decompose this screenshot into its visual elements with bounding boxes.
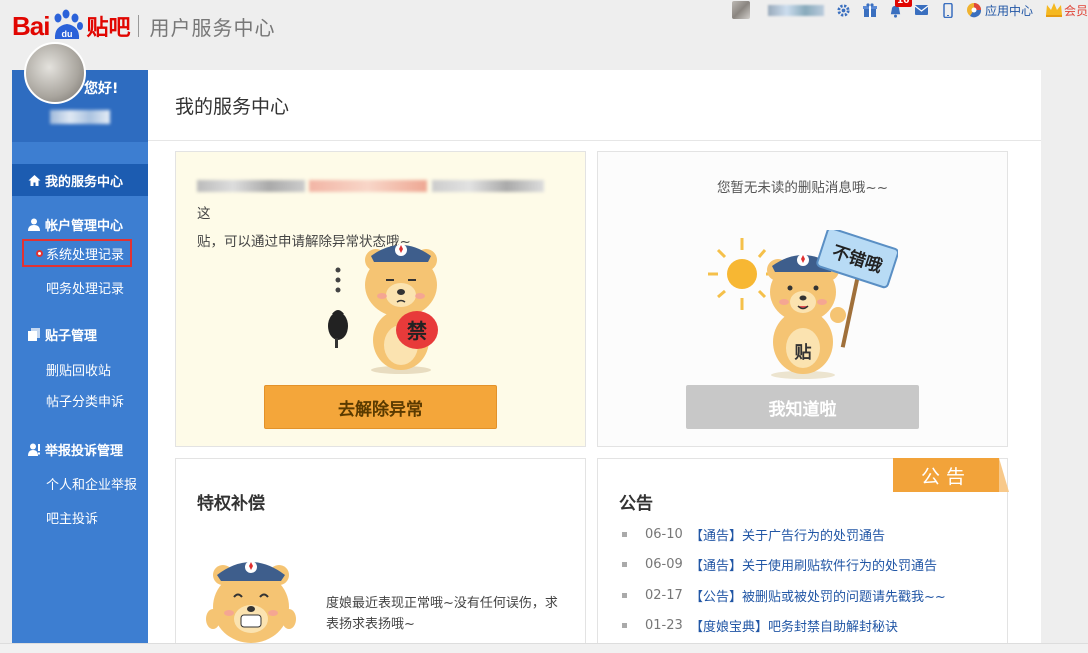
logo-divider [138, 15, 140, 37]
no-message-text: 您暂无未读的删贴消息哦~~ [716, 180, 889, 196]
sad-bear-illustration: 禁 [328, 244, 438, 374]
nav-item-system-records[interactable]: 系统处理记录 [22, 239, 132, 267]
notice-item[interactable]: 01-23 【度娘宝典】吧务封禁自助解封秘诀 [622, 611, 946, 642]
nav-item-system-records-label: 系统处理记录 [46, 247, 125, 263]
message-icon[interactable] [914, 2, 930, 18]
username-blurred[interactable] [767, 4, 824, 16]
report-users-icon [28, 443, 41, 456]
notice-date: 02-17 [645, 587, 683, 603]
notice-list: 06-10 【通告】关于广告行为的处罚通告 06-09 【通告】关于使用刷贴软件行为… [622, 519, 946, 641]
member-link[interactable]: 会员 [1045, 2, 1088, 19]
notification-bell-icon[interactable]: 10 [888, 0, 912, 18]
nav-item-report-owner[interactable]: 吧主投诉 [12, 507, 148, 527]
member-crown-icon [1045, 2, 1062, 18]
account-abnormal-card: 这 贴，可以通过申请解除异常状态哦~ 禁 去解除异常 [175, 151, 586, 447]
nav-my-service-center[interactable]: 我的服务中心 [12, 164, 148, 196]
warning-tail: 这 [197, 206, 211, 222]
logo-tieba: 贴吧 [86, 16, 131, 41]
header: Bai du 贴吧 用户服务中心 10 应用中心 会员 [0, 0, 1088, 52]
notice-date: 06-09 [645, 557, 683, 573]
greeting: 您好! [84, 81, 119, 97]
horizontal-scrollbar[interactable] [0, 643, 1088, 653]
svg-text:贴: 贴 [795, 342, 812, 363]
settings-gear-icon[interactable] [836, 2, 852, 18]
member-label: 会员 [1063, 3, 1088, 18]
paw-logo-icon: du [50, 9, 84, 43]
notice-tag: 公告 [893, 458, 1009, 492]
notice-card: 公告 公告 06-10 【通告】关于广告行为的处罚通告 06-09 【通告】关于使用… [597, 458, 1009, 653]
nav-group-report-label: 举报投诉管理 [45, 443, 124, 459]
home-icon [28, 174, 41, 187]
gift-icon[interactable] [862, 2, 878, 18]
top-toolbar: 10 应用中心 会员 [731, 0, 1088, 20]
mobile-phone-icon[interactable] [940, 2, 956, 18]
nav-item-bar-records[interactable]: 吧务处理记录 [12, 277, 148, 297]
selected-radio-icon [36, 249, 43, 257]
user-avatar-small[interactable] [731, 1, 750, 19]
user-avatar[interactable] [24, 42, 86, 104]
main-panel: 我的服务中心 这 贴，可以通过申请解除异常状态哦~ 禁 去解除异常 您暂无未读的… [148, 70, 1041, 653]
logo-bai: Bai [12, 10, 50, 41]
svg-text:禁: 禁 [407, 319, 427, 343]
notification-count-badge: 10 [894, 0, 912, 7]
nav-group-report: 举报投诉管理 [12, 439, 148, 459]
page-title: 我的服务中心 [148, 70, 1041, 141]
svg-text:du: du [62, 29, 73, 39]
bullet [622, 592, 627, 598]
nav-group-account: 帐户管理中心 [12, 214, 148, 234]
notice-link[interactable]: 【通告】关于使用刷贴软件行为的处罚通告 [690, 555, 937, 574]
compensation-text: 度娘最近表现正常哦~没有任何误伤，求表扬求表扬哦~ [326, 596, 558, 632]
notice-title: 公告 [619, 494, 653, 514]
nav-item-report-personal[interactable]: 个人和企业举报 [12, 473, 148, 493]
privilege-compensation-card: 特权补偿 度娘最近表现正常哦~没有任何误伤，求表扬求表扬哦~ [175, 458, 586, 653]
notice-item[interactable]: 06-09 【通告】关于使用刷贴软件行为的处罚通告 [622, 550, 946, 581]
blurred-text-3 [431, 180, 544, 192]
nav-group-posts-label: 贴子管理 [45, 328, 98, 344]
nav-item-category-appeal[interactable]: 帖子分类申诉 [12, 390, 148, 410]
app-center-label: 应用中心 [984, 3, 1033, 18]
site-subtitle: 用户服务中心 [149, 15, 276, 40]
bullet [622, 562, 627, 568]
baidu-tieba-logo[interactable]: Bai du 贴吧 用户服务中心 [12, 6, 275, 46]
blurred-text-2 [309, 180, 428, 192]
no-deleted-msg-card: 您暂无未读的删贴消息哦~~ 贴 不错哦 我知道啦 [597, 151, 1008, 447]
nav-group-account-label: 帐户管理中心 [45, 218, 124, 234]
remove-abnormal-button[interactable]: 去解除异常 [264, 385, 497, 429]
notice-date: 01-23 [645, 618, 683, 634]
sidebar: 您好! 我的服务中心 帐户管理中心 系统处理记录 吧务处理记录 贴子管理 删贴回… [12, 42, 148, 653]
app-center-icon [966, 2, 982, 18]
notice-link[interactable]: 【通告】关于广告行为的处罚通告 [690, 525, 885, 544]
compensation-title: 特权补偿 [197, 494, 265, 514]
document-icon [28, 327, 41, 341]
username-blurred[interactable] [50, 110, 110, 124]
bullet [622, 531, 627, 537]
notice-item[interactable]: 06-10 【通告】关于广告行为的处罚通告 [622, 519, 946, 550]
nav-group-posts: 贴子管理 [12, 324, 148, 344]
happy-bear-illustration: 贴 不错哦 [708, 230, 898, 379]
i-know-button[interactable]: 我知道啦 [686, 385, 919, 429]
notice-date: 06-10 [645, 526, 683, 542]
notice-item[interactable]: 02-17 【公告】被删贴或被处罚的问题请先戳我~~ [622, 580, 946, 611]
laughing-bear-illustration [206, 561, 296, 643]
notice-link[interactable]: 【公告】被删贴或被处罚的问题请先戳我~~ [690, 586, 946, 605]
profile-box: 您好! [12, 42, 148, 142]
notice-link[interactable]: 【度娘宝典】吧务封禁自助解封秘诀 [690, 616, 898, 635]
app-center-link[interactable]: 应用中心 [966, 2, 1033, 19]
bullet [622, 623, 627, 629]
user-icon [28, 218, 41, 231]
blurred-text-1 [197, 180, 305, 192]
nav-my-service-center-label: 我的服务中心 [45, 174, 124, 190]
nav-item-recycle-bin[interactable]: 删贴回收站 [12, 359, 148, 379]
